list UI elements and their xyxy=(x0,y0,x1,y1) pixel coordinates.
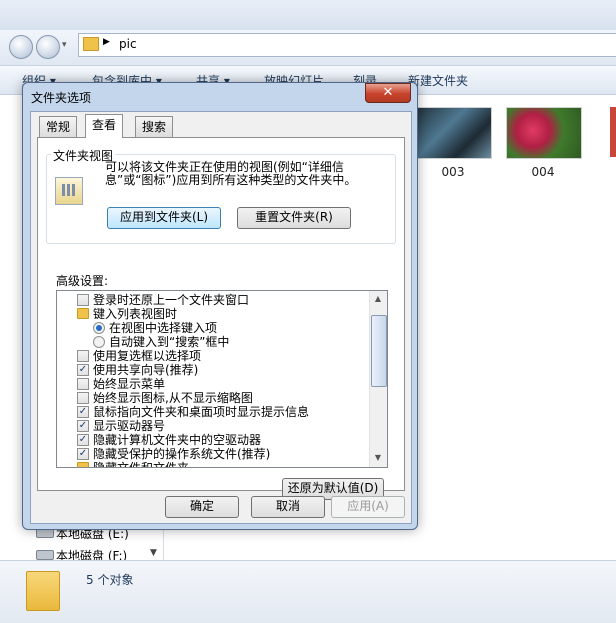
back-button[interactable] xyxy=(9,35,33,59)
checkbox-checked[interactable]: ✓ xyxy=(77,364,89,376)
close-icon: ✕ xyxy=(382,85,394,100)
tree-item-label: 使用复选框以选择项 xyxy=(93,349,202,363)
tree-item-label: 隐藏计算机文件夹中的空驱动器 xyxy=(93,433,262,447)
item-count: 5 个对象 xyxy=(86,573,134,587)
scroll-thumb[interactable] xyxy=(371,315,387,387)
file-item-003[interactable]: 003 xyxy=(416,107,492,179)
tab-label: 常规 xyxy=(46,120,71,134)
image-thumbnail xyxy=(506,107,582,159)
address-text: pic xyxy=(119,37,137,51)
radio-selected[interactable] xyxy=(93,322,105,334)
scroll-down-arrow[interactable]: ▼ xyxy=(150,548,157,558)
file-name: 003 xyxy=(441,165,465,179)
image-thumbnail xyxy=(416,107,492,159)
apply-button[interactable]: 应用(A) xyxy=(331,496,405,518)
view-tab-panel: 文件夹视图 可以将该文件夹正在使用的视图(例如“详细信息”或“图标”)应用到所有… xyxy=(37,137,405,500)
tree-item-label: 显示驱动器号 xyxy=(93,419,166,433)
tab-general[interactable]: 常规 xyxy=(39,116,78,137)
dialog-title: 文件夹选项 xyxy=(31,91,92,105)
folder-view-description: 可以将该文件夹正在使用的视图(例如“详细信息”或“图标”)应用到所有这种类型的文… xyxy=(105,160,357,187)
ok-button[interactable]: 确定 xyxy=(165,496,239,518)
folder-icon xyxy=(83,37,99,51)
tree-item-label: 始终显示图标,从不显示缩略图 xyxy=(93,391,253,405)
details-pane: 5 个对象 xyxy=(0,560,616,623)
folder-icon xyxy=(26,571,60,611)
close-button[interactable]: ✕ xyxy=(365,83,411,103)
checkbox-checked[interactable]: ✓ xyxy=(77,420,89,432)
scroll-down-arrow[interactable]: ▼ xyxy=(370,450,386,466)
tree-item-label: 使用共享向导(推荐) xyxy=(93,363,199,377)
tree-item-label: 键入列表视图时 xyxy=(93,307,178,321)
tree-item-label: 鼠标指向文件夹和桌面项时显示提示信息 xyxy=(93,405,310,419)
tab-view[interactable]: 查看 xyxy=(85,114,124,138)
tree-item-label: 隐藏受保护的操作系统文件(推荐) xyxy=(93,447,271,461)
tree-item-label: 在视图中选择键入项 xyxy=(109,321,218,335)
tab-label: 查看 xyxy=(92,118,117,132)
checkbox[interactable] xyxy=(77,378,89,390)
apply-to-folders-button[interactable]: 应用到文件夹(L) xyxy=(107,207,221,229)
tree-item-label: 始终显示菜单 xyxy=(93,377,166,391)
checkbox-checked[interactable]: ✓ xyxy=(77,406,89,418)
checkbox[interactable] xyxy=(77,392,89,404)
checkbox[interactable] xyxy=(77,294,89,306)
checkbox[interactable] xyxy=(77,350,89,362)
forward-button[interactable] xyxy=(36,35,60,59)
checkbox-checked[interactable]: ✓ xyxy=(77,448,89,460)
reset-folders-button[interactable]: 重置文件夹(R) xyxy=(237,207,351,229)
vertical-scrollbar[interactable]: ▲ ▼ xyxy=(369,291,387,467)
scroll-up-arrow[interactable]: ▲ xyxy=(370,291,386,307)
tab-search[interactable]: 搜索 xyxy=(135,116,174,137)
recent-pages-dropdown[interactable]: ▾ xyxy=(62,40,67,50)
file-item-004[interactable]: 004 xyxy=(506,107,582,179)
checkbox-checked[interactable]: ✓ xyxy=(77,434,89,446)
explorer-title-area xyxy=(0,0,616,30)
tree-item-label: 隐藏文件和文件夹 xyxy=(93,461,190,468)
folder-icon xyxy=(77,462,89,467)
advanced-settings-tree[interactable]: 登录时还原上一个文件夹窗口 键入列表视图时 在视图中选择键入项 自动键入到“搜索”框中… xyxy=(56,290,388,468)
cancel-button[interactable]: 取消 xyxy=(251,496,325,518)
file-name: 004 xyxy=(531,165,555,179)
partial-thumbnail xyxy=(610,107,616,157)
grid-view-icon xyxy=(62,184,76,196)
drive-icon xyxy=(36,550,54,560)
advanced-settings-label: 高级设置: xyxy=(56,274,109,288)
address-bar[interactable]: ▶ pic xyxy=(78,33,616,57)
folder-view-icon xyxy=(55,177,83,205)
folder-view-group: 文件夹视图 可以将该文件夹正在使用的视图(例如“详细信息”或“图标”)应用到所有… xyxy=(46,147,396,244)
tree-item-label: 自动键入到“搜索”框中 xyxy=(109,335,230,349)
tree-item-label: 登录时还原上一个文件夹窗口 xyxy=(93,293,250,307)
folder-options-dialog: 文件夹选项 ✕ 常规 查看 搜索 文件夹视图 可以将该文件夹正在使用的视图(例如… xyxy=(22,82,418,530)
dialog-body: 常规 查看 搜索 文件夹视图 可以将该文件夹正在使用的视图(例如“详细信息”或“… xyxy=(30,111,412,524)
radio[interactable] xyxy=(93,336,105,348)
folder-icon xyxy=(77,308,89,319)
chevron-right-icon: ▶ xyxy=(103,37,110,47)
tab-label: 搜索 xyxy=(142,120,167,134)
